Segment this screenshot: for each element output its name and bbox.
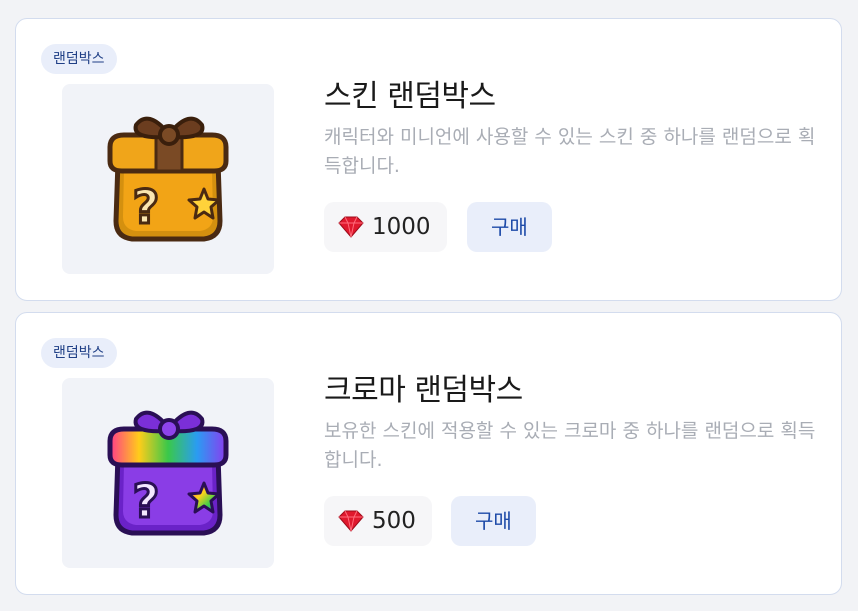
ruby-gem-icon xyxy=(338,510,364,532)
item-title: 크로마 랜덤박스 xyxy=(324,373,523,408)
item-title: 스킨 랜덤박스 xyxy=(324,79,496,114)
price-tag: 500 xyxy=(324,496,432,546)
shop-panel: 랜덤박스 ? 스킨 랜덤박스 캐릭터와 미니언에 사용할 수 있는 스킨 중 하… xyxy=(0,0,858,611)
category-badge: 랜덤박스 xyxy=(41,44,117,74)
item-thumbnail: ? xyxy=(62,84,274,274)
buy-button[interactable]: 구매 xyxy=(467,202,552,252)
svg-text:?: ? xyxy=(133,180,160,234)
svg-text:?: ? xyxy=(133,474,160,528)
price-value: 1000 xyxy=(372,214,431,240)
item-card-skin-random-box: 랜덤박스 ? 스킨 랜덤박스 캐릭터와 미니언에 사용할 수 있는 스킨 중 하… xyxy=(15,18,842,301)
category-badge: 랜덤박스 xyxy=(41,338,117,368)
item-description: 캐릭터와 미니언에 사용할 수 있는 스킨 중 하나를 랜덤으로 획득합니다. xyxy=(324,126,816,177)
item-thumbnail: ? xyxy=(62,378,274,568)
item-card-chroma-random-box: 랜덤박스 ? 크로마 랜덤박스 보유한 스킨에 적용할 수 있는 크로마 중 하… xyxy=(15,312,842,595)
price-value: 500 xyxy=(372,508,416,534)
skin-random-box-icon: ? xyxy=(107,116,229,242)
item-description: 보유한 스킨에 적용할 수 있는 크로마 중 하나를 랜덤으로 획득합니다. xyxy=(324,420,816,471)
chroma-random-box-icon: ? xyxy=(107,410,229,536)
price-tag: 1000 xyxy=(324,202,447,252)
ruby-gem-icon xyxy=(338,216,364,238)
buy-button[interactable]: 구매 xyxy=(451,496,536,546)
